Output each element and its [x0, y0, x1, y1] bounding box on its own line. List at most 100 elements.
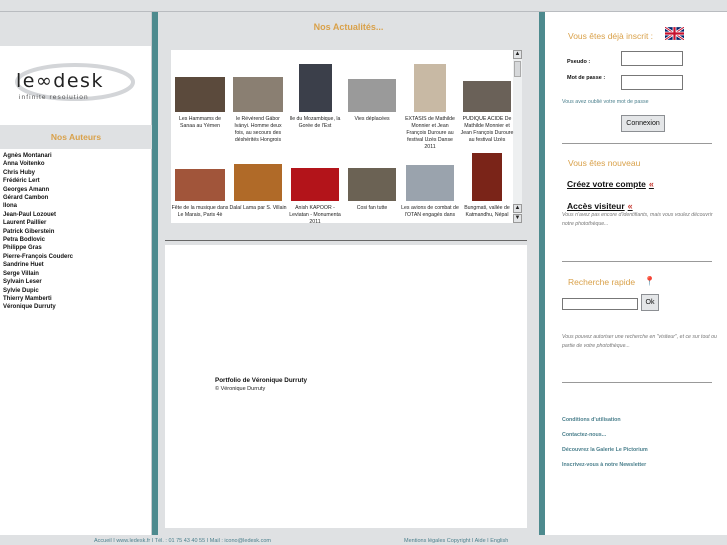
author-link[interactable]: Georges Amann	[3, 186, 151, 194]
author-link[interactable]: Agnès Montanari	[3, 152, 151, 160]
news-caption[interactable]: Les Hammams de Sanaa au Yémen	[171, 116, 229, 152]
author-link[interactable]: Jean-Paul Lozouet	[3, 211, 151, 219]
news-caption[interactable]: Dalaï Lama par S. Villain	[229, 205, 287, 241]
logo-wordmark: le∞desk	[16, 70, 104, 92]
news-item[interactable]: Ile du Mozambique, la Gorée de l'Est	[286, 64, 344, 152]
news-item[interactable]: le Révérend Gábor Iványi. Homme deux foi…	[229, 77, 287, 152]
news-caption[interactable]: Les avions de combat de l'OTAN engagés d…	[401, 205, 459, 241]
separator-1	[562, 143, 712, 144]
pseudo-label: Pseudo :	[567, 59, 591, 65]
search-input[interactable]	[562, 298, 638, 310]
news-item[interactable]: Dalaï Lama par S. Villain	[229, 164, 287, 241]
news-caption[interactable]: Vies déplacées	[343, 116, 401, 152]
news-item[interactable]: Vies déplacées	[343, 79, 401, 152]
news-thumbnail[interactable]	[234, 164, 282, 201]
portfolio-panel: Portfolio de Véronique Durruty © Véroniq…	[165, 245, 527, 528]
english-flag-icon[interactable]	[665, 27, 684, 40]
author-link[interactable]: Thierry Mamberti	[3, 295, 151, 303]
news-caption[interactable]: PUDIQUE ACIDE De Mathilde Monnier et Jea…	[458, 116, 516, 152]
visitor-access-label: Accès visiteur	[567, 201, 625, 211]
login-button[interactable]: Connexion	[621, 115, 665, 132]
news-caption[interactable]: Anish KAPOOR - Leviatan - Monumenta 2011	[286, 205, 344, 241]
news-item[interactable]: Les Hammams de Sanaa au Yémen	[171, 77, 229, 152]
news-caption[interactable]: le Révérend Gábor Iványi. Homme deux foi…	[229, 116, 287, 152]
pseudo-input[interactable]	[621, 51, 683, 66]
password-label: Mot de passe :	[567, 75, 606, 81]
author-link[interactable]: Serge Villain	[3, 270, 151, 278]
news-thumbnail[interactable]	[298, 64, 332, 112]
search-title: Recherche rapide	[568, 277, 636, 287]
news-item[interactable]: EXTASIS de Mathilde Monnier et Jean Fran…	[401, 64, 459, 152]
news-caption[interactable]: Cosi fan tutte	[343, 205, 401, 241]
news-thumbnail[interactable]	[175, 77, 225, 112]
news-item[interactable]: Cosi fan tutte	[343, 168, 401, 241]
author-link[interactable]: Pierre-François Couderc	[3, 253, 151, 261]
news-thumbnail[interactable]	[406, 165, 454, 201]
portfolio-copyright: © Véronique Durruty	[215, 386, 266, 392]
contact-link[interactable]: Contactez-nous...	[562, 432, 606, 438]
login-title: Vous êtes déjà inscrit :	[568, 31, 654, 41]
right-sidebar: Vous êtes déjà inscrit : Pseudo : Mot de…	[545, 12, 727, 535]
news-item[interactable]: PUDIQUE ACIDE De Mathilde Monnier et Jea…	[458, 81, 516, 152]
news-item[interactable]: Anish KAPOOR - Leviatan - Monumenta 2011	[286, 168, 344, 241]
pin-icon: 📍	[644, 276, 656, 286]
news-thumbnail[interactable]	[463, 81, 511, 112]
terms-link[interactable]: Conditions d'utilisation	[562, 417, 621, 423]
news-thumbnail[interactable]	[414, 64, 446, 112]
author-link[interactable]: Frédéric Lert	[3, 177, 151, 185]
author-link[interactable]: Philippe Gras	[3, 244, 151, 252]
search-note: Vous pouvez autoriser une recherche en "…	[562, 334, 717, 349]
double-arrow-icon: «	[627, 201, 633, 211]
double-arrow-icon: «	[648, 179, 654, 189]
news-thumbnail[interactable]	[348, 79, 396, 112]
separator-2	[562, 261, 712, 262]
site-logo[interactable]: le∞desk infinite resolution	[13, 60, 137, 110]
left-header-band	[0, 12, 151, 46]
news-title: Nos Actualités...	[313, 22, 384, 32]
footer-links[interactable]: Mentions légales Copyright I Aide I Engl…	[404, 538, 508, 544]
authors-title: Nos Auteurs	[0, 125, 152, 149]
news-caption[interactable]: Fête de la musique dans Le Marais, Paris…	[171, 205, 229, 241]
create-account-label: Créez votre compte	[567, 179, 646, 189]
portfolio-title: Portfolio de Véronique Durruty	[215, 377, 308, 384]
news-thumbnail[interactable]	[175, 169, 225, 201]
scroll-thumb[interactable]	[514, 61, 521, 77]
forgot-password-link[interactable]: Vous avez oublié votre mot de passe	[562, 99, 649, 105]
news-thumbnail[interactable]	[472, 153, 502, 201]
author-link[interactable]: Gérard Cambon	[3, 194, 151, 202]
news-caption[interactable]: EXTASIS de Mathilde Monnier et Jean Fran…	[401, 116, 459, 152]
news-item[interactable]: Les avions de combat de l'OTAN engagés d…	[401, 165, 459, 241]
newsletter-link[interactable]: Inscrivez-vous à notre Newsletter	[562, 462, 646, 468]
visitor-access-link[interactable]: Accès visiteur «	[567, 201, 633, 211]
news-item[interactable]: Bungmati, vallée de Katmandhu, Népal	[458, 153, 516, 241]
author-link[interactable]: Sylvie Dupic	[3, 287, 151, 295]
news-item[interactable]: Fête de la musique dans Le Marais, Paris…	[171, 169, 229, 241]
author-link[interactable]: Petra Bodlovic	[3, 236, 151, 244]
create-account-link[interactable]: Créez votre compte «	[567, 179, 654, 189]
author-link[interactable]: Sylvain Leser	[3, 278, 151, 286]
news-caption[interactable]: Bungmati, vallée de Katmandhu, Népal	[458, 205, 516, 241]
author-link[interactable]: Véronique Durruty	[3, 303, 151, 311]
news-thumbnail[interactable]	[233, 77, 283, 112]
gallery-link[interactable]: Découvrez la Galerie Le Pictorium	[562, 447, 648, 453]
news-thumbnail[interactable]	[348, 168, 396, 201]
separator-3	[562, 382, 712, 383]
new-user-note: Vous n'avez pas encore d'identifiants, m…	[562, 212, 713, 227]
logo-tagline: infinite resolution	[19, 94, 89, 101]
scroll-up-arrow-icon[interactable]: ▲	[513, 50, 522, 59]
search-ok-button[interactable]: Ok	[641, 294, 659, 311]
author-link[interactable]: Ilona	[3, 202, 151, 210]
footer-contact[interactable]: Accueil I www.ledesk.fr I Tél. : 01 75 4…	[94, 538, 271, 544]
author-link[interactable]: Patrick Giberstein	[3, 228, 151, 236]
news-panel: ▲ ▲ ▼ Les Hammams de Sanaa au Yémen le Ré…	[171, 50, 522, 225]
author-link[interactable]: Laurent Paillier	[3, 219, 151, 227]
news-thumbnail[interactable]	[291, 168, 339, 201]
author-link[interactable]: Chris Huby	[3, 169, 151, 177]
author-link[interactable]: Sandrine Huet	[3, 261, 151, 269]
authors-list: Agnès Montanari Anna Voitenko Chris Huby Fr…	[3, 152, 151, 312]
password-input[interactable]	[621, 75, 683, 90]
news-caption[interactable]: Ile du Mozambique, la Gorée de l'Est	[286, 116, 344, 152]
author-link[interactable]: Anna Voitenko	[3, 160, 151, 168]
new-user-title: Vous êtes nouveau	[568, 158, 641, 168]
main-content: Nos Actualités... ▲ ▲ ▼ Les Hammams de S…	[158, 12, 539, 535]
